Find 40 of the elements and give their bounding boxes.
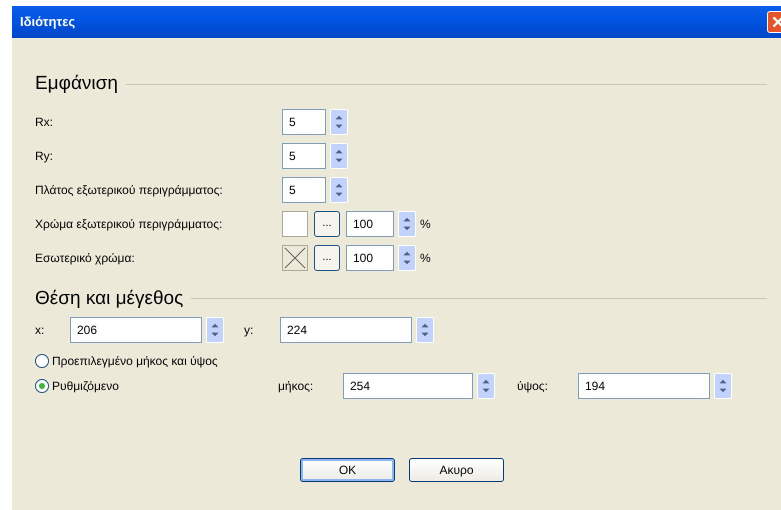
spin-button[interactable]	[714, 373, 732, 399]
field-label: μήκος:	[278, 378, 314, 395]
number-field[interactable]: 254	[343, 373, 473, 399]
section-heading: Εμφάνιση	[35, 72, 118, 96]
spin-button[interactable]	[330, 108, 348, 134]
field-label: Rx:	[35, 114, 54, 130]
field-label: Πλάτος εξωτερικού περιγράμματος:	[35, 182, 224, 198]
radio-button[interactable]	[35, 354, 49, 368]
number-field[interactable]: 100	[346, 244, 394, 270]
field-label: Ry:	[35, 148, 54, 164]
number-field[interactable]: 206	[70, 317, 202, 343]
browse-button[interactable]: ...	[314, 210, 340, 236]
spin-button[interactable]	[330, 142, 348, 168]
section-heading: Θέση και μέγεθος	[35, 286, 184, 310]
field-label: y:	[244, 322, 254, 339]
number-field[interactable]: 100	[346, 210, 394, 236]
spin-button[interactable]	[416, 317, 434, 343]
window-title: Ιδιότητες	[20, 13, 76, 32]
spin-button[interactable]	[330, 176, 348, 202]
spin-button[interactable]	[206, 317, 224, 343]
field-label: Εσωτερικό χρώμα:	[35, 250, 136, 266]
unit-label: %	[420, 216, 431, 232]
field-label: ύψος:	[517, 378, 549, 395]
browse-button[interactable]: ...	[314, 244, 340, 270]
number-field[interactable]: 194	[578, 373, 710, 399]
spin-button[interactable]	[477, 373, 495, 399]
field-label: Χρώμα εξωτερικού περιγράμματος:	[35, 216, 224, 232]
spin-button[interactable]	[398, 210, 416, 236]
option-label: Ρυθμιζόμενο	[52, 378, 119, 395]
radio-button[interactable]	[35, 379, 49, 393]
unit-label: %	[420, 250, 431, 266]
number-field[interactable]: 5	[282, 142, 326, 168]
dialog-button[interactable]: Ακυρο	[409, 458, 504, 482]
number-field[interactable]: 224	[280, 317, 412, 343]
field-label: x:	[35, 322, 46, 339]
spin-button[interactable]	[398, 244, 416, 270]
dialog-button[interactable]: OK	[300, 458, 395, 482]
option-label: Προεπιλεγμένο μήκος και ύψος	[52, 353, 218, 370]
number-field[interactable]: 5	[282, 176, 326, 202]
number-field[interactable]: 5	[282, 108, 326, 134]
